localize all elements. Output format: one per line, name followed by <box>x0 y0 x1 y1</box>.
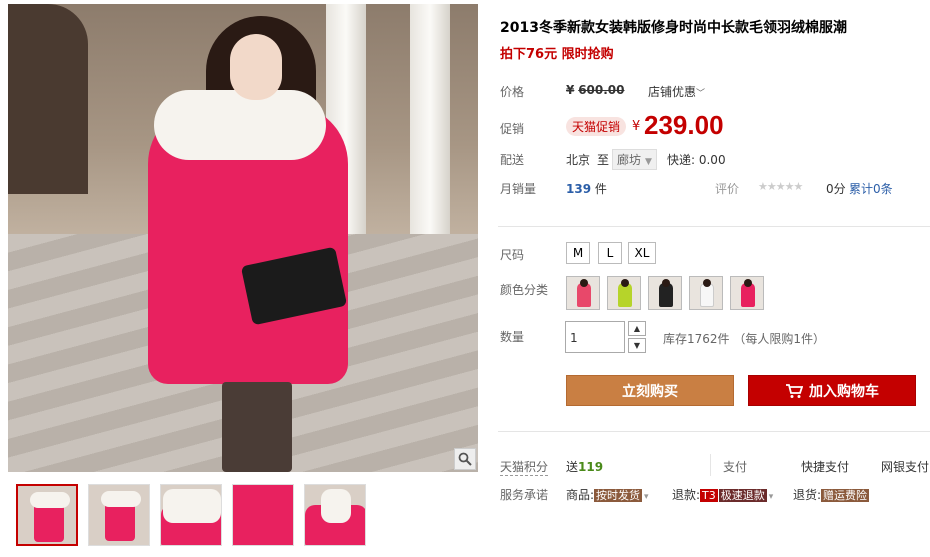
product-title: 2013冬季新款女装韩版修身时尚中长款毛领羽绒棉服潮 <box>500 20 847 36</box>
product-info-panel: 2013冬季新款女装韩版修身时尚中长款毛领羽绒棉服潮 拍下76元 限时抢购 价格… <box>498 0 930 557</box>
quantity-input[interactable]: 1 <box>565 321 625 353</box>
shipping-insurance-tag: 赠运费险 <box>821 489 870 502</box>
size-label: 尺码 <box>500 248 525 262</box>
chevron-up-icon: ▲ <box>633 324 641 333</box>
thumbnail-5[interactable] <box>304 484 366 546</box>
service-label: 服务承诺 <box>500 488 549 502</box>
thumbnail-4[interactable] <box>232 484 294 546</box>
chevron-down-icon: ▼ <box>633 341 641 350</box>
price-label: 价格 <box>500 85 525 99</box>
buy-now-button[interactable]: 立刻购买 <box>566 375 734 406</box>
quantity-decrease-button[interactable]: ▼ <box>628 338 646 353</box>
ship-from-city: 北京 <box>566 153 591 167</box>
color-swatch-yellow-green[interactable] <box>607 276 641 310</box>
original-price-value: 600.00 <box>578 83 625 97</box>
ship-to-city-value: 廊坊 <box>617 153 642 167</box>
photo-bg-arch <box>8 4 88 194</box>
price-currency: ¥ <box>632 119 641 134</box>
photo-model-fur-collar <box>154 90 326 160</box>
color-swatch-pink[interactable] <box>566 276 600 310</box>
chevron-down-icon: ﹀ <box>696 89 706 99</box>
on-time-delivery-tag: 按时发货 <box>594 489 643 502</box>
zoom-button[interactable] <box>454 448 476 470</box>
size-option-l[interactable]: L <box>598 242 622 264</box>
photo-model-legs <box>222 382 292 472</box>
size-option-xl[interactable]: XL <box>628 242 656 264</box>
monthly-sales: 139 件 <box>566 180 607 197</box>
product-gallery <box>8 4 478 556</box>
thumbnail-2[interactable] <box>88 484 150 546</box>
divider <box>498 226 930 227</box>
tmall-promo-badge: 天猫促销 <box>566 117 627 136</box>
shopping-cart-icon <box>786 383 803 398</box>
ship-to-text: 至 <box>597 153 610 167</box>
monthly-sales-count: 139 <box>566 182 592 196</box>
current-price: 239.00 <box>644 110 724 140</box>
color-swatch-black[interactable] <box>648 276 682 310</box>
bank-pay: 网银支付 <box>881 460 930 474</box>
thumbnail-1[interactable] <box>16 484 78 546</box>
photo-bg-pillar <box>410 4 450 264</box>
payment-label: 支付 <box>723 460 748 474</box>
quantity-increase-button[interactable]: ▲ <box>628 321 646 336</box>
quantity-label: 数量 <box>500 330 525 344</box>
add-to-cart-button[interactable]: 加入购物车 <box>748 375 916 406</box>
shop-discount-label: 店铺优惠 <box>648 85 697 99</box>
caret-down-icon: ▼ <box>645 157 652 167</box>
service-return-prefix: 退货: <box>793 488 822 502</box>
tmall-points-label[interactable]: 天猫积分 <box>500 458 549 476</box>
promo-label: 促销 <box>500 122 525 136</box>
tmall-points-prefix: 送 <box>566 460 579 474</box>
dropdown-dot-icon: ▾ <box>644 492 649 502</box>
rating-total-link[interactable]: 累计0条 <box>849 180 893 197</box>
color-swatch-white[interactable] <box>689 276 723 310</box>
monthly-sales-label: 月销量 <box>500 182 537 196</box>
thumbnail-strip <box>16 484 366 546</box>
service-goods-prefix: 商品: <box>566 488 595 502</box>
shop-discount-dropdown[interactable]: 店铺优惠﹀ <box>648 83 705 100</box>
quick-pay: 快捷支付 <box>801 460 850 474</box>
ship-to-city-select[interactable]: 廊坊 ▼ <box>612 149 657 170</box>
rating-stars-icon: ★★★★★ <box>758 180 803 193</box>
photo-model-face <box>230 34 282 100</box>
express-fee: 快递: 0.00 <box>667 153 726 167</box>
monthly-sales-unit: 件 <box>594 182 607 196</box>
size-option-m[interactable]: M <box>566 242 590 264</box>
tmall-points: 送119 <box>566 458 603 475</box>
magnifier-icon <box>458 452 472 466</box>
fast-refund-tag: 极速退款 <box>718 489 767 502</box>
rating-label: 评价 <box>715 182 740 196</box>
payment-separator <box>710 454 711 476</box>
t3-badge-icon: T3 <box>700 489 718 502</box>
service-return: 退货: 赠运费险 <box>793 486 870 503</box>
add-to-cart-label: 加入购物车 <box>809 383 879 400</box>
product-subtitle: 拍下76元 限时抢购 <box>500 47 614 62</box>
color-label: 颜色分类 <box>500 283 549 297</box>
stock-info: 库存1762件 （每人限购1件） <box>663 332 825 346</box>
dropdown-dot-icon: ▾ <box>768 492 774 502</box>
shipping-label: 配送 <box>500 153 525 167</box>
original-price-currency: ¥ <box>566 83 575 97</box>
service-goods: 商品: 按时发货 ▾ <box>566 486 649 503</box>
divider <box>498 431 930 432</box>
main-product-photo[interactable] <box>8 4 478 472</box>
color-swatch-rose[interactable] <box>730 276 764 310</box>
original-price: ¥ 600.00 <box>566 83 625 97</box>
tmall-points-value: 119 <box>578 460 604 474</box>
service-refund-prefix: 退款: <box>672 488 701 502</box>
service-refund: 退款: T3 极速退款 ▾ <box>672 486 773 503</box>
thumbnail-3[interactable] <box>160 484 222 546</box>
rating-score: 0分 <box>826 182 846 196</box>
